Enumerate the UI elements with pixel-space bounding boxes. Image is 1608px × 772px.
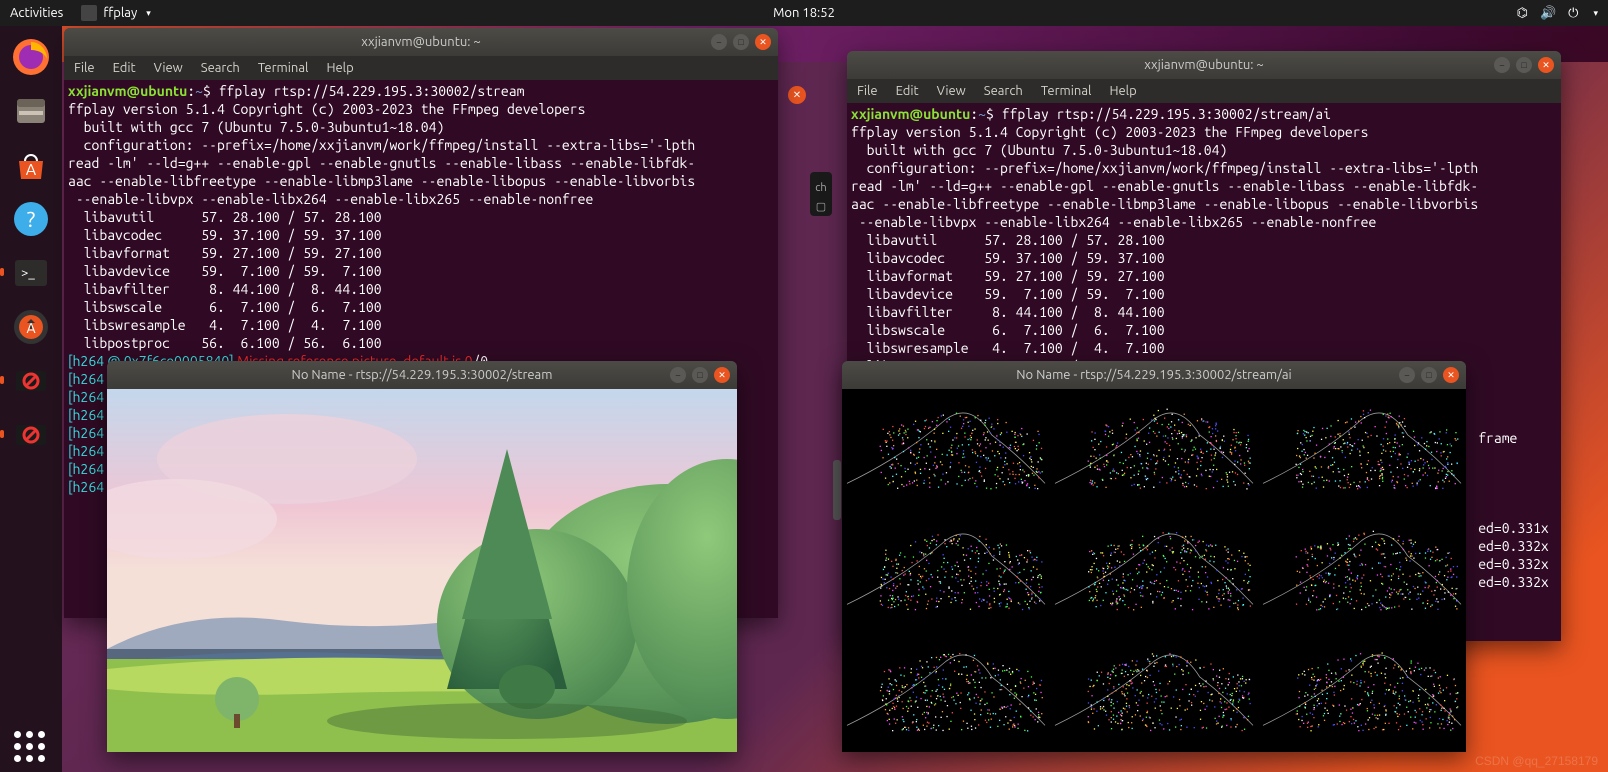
background-tab-fragment: ch ▢ xyxy=(810,172,832,216)
terminal-2-menubar: File Edit View Search Terminal Help xyxy=(847,79,1561,103)
menu-terminal[interactable]: Terminal xyxy=(1041,84,1092,98)
minimize-icon[interactable]: – xyxy=(711,34,727,50)
ffplay-1-titlebar[interactable]: No Name - rtsp://54.229.195.3:30002/stre… xyxy=(107,361,737,389)
maximize-icon[interactable]: □ xyxy=(692,367,708,383)
volume-icon[interactable]: 🔊 xyxy=(1540,6,1556,21)
background-close-icon: ✕ xyxy=(788,86,806,104)
dock-item-help[interactable]: ? xyxy=(6,194,56,244)
menu-help[interactable]: Help xyxy=(326,61,353,75)
dock-item-files[interactable] xyxy=(6,86,56,136)
dock-item-software[interactable]: A xyxy=(6,140,56,190)
network-icon[interactable]: ⌬ xyxy=(1517,6,1528,21)
ffplay-icon xyxy=(81,5,97,21)
terminal-1-titlebar[interactable]: xxjianvm@ubuntu: ~ – □ ✕ xyxy=(64,28,778,56)
close-icon[interactable]: ✕ xyxy=(1443,367,1459,383)
menu-edit[interactable]: Edit xyxy=(896,84,919,98)
ffplay-1-video[interactable] xyxy=(107,389,737,752)
menu-search[interactable]: Search xyxy=(201,61,240,75)
topbar-clock[interactable]: Mon 18:52 xyxy=(773,6,835,20)
dock-item-ffplay-1[interactable] xyxy=(6,356,56,406)
ffplay-2-title: No Name - rtsp://54.229.195.3:30002/stre… xyxy=(1016,368,1291,382)
close-icon[interactable]: ✕ xyxy=(755,34,771,50)
svg-text:A: A xyxy=(26,320,35,336)
topbar-app-menu[interactable]: ffplay▾ xyxy=(81,5,150,21)
terminal-2-titlebar[interactable]: xxjianvm@ubuntu: ~ – □ ✕ xyxy=(847,51,1561,79)
watermark: CSDN @qq_27158179 xyxy=(1475,754,1598,768)
ffplay-window-1[interactable]: No Name - rtsp://54.229.195.3:30002/stre… xyxy=(107,361,737,752)
dock-item-terminal[interactable]: >_ xyxy=(6,248,56,298)
menu-file[interactable]: File xyxy=(74,61,95,75)
ffplay-2-titlebar[interactable]: No Name - rtsp://54.229.195.3:30002/stre… xyxy=(842,361,1466,389)
dock-item-firefox[interactable] xyxy=(6,32,56,82)
menu-terminal[interactable]: Terminal xyxy=(258,61,309,75)
menu-view[interactable]: View xyxy=(154,61,183,75)
minimize-icon[interactable]: – xyxy=(1399,367,1415,383)
show-apps-button[interactable] xyxy=(14,731,45,762)
activities-button[interactable]: Activities xyxy=(10,6,63,20)
maximize-icon[interactable]: □ xyxy=(733,34,749,50)
dock-item-ffplay-2[interactable] xyxy=(6,410,56,460)
menu-edit[interactable]: Edit xyxy=(113,61,136,75)
svg-text:?: ? xyxy=(27,207,36,232)
ffplay-window-2[interactable]: No Name - rtsp://54.229.195.3:30002/stre… xyxy=(842,361,1466,752)
menu-help[interactable]: Help xyxy=(1109,84,1136,98)
top-bar: Activities ffplay▾ Mon 18:52 ⌬ 🔊 ⏻ ▾ xyxy=(0,0,1608,26)
dock-item-updater[interactable]: A xyxy=(6,302,56,352)
power-icon[interactable]: ⏻ xyxy=(1568,6,1578,21)
minimize-icon[interactable]: – xyxy=(1494,57,1510,73)
minimize-icon[interactable]: – xyxy=(670,367,686,383)
ffplay-2-video[interactable] xyxy=(842,389,1466,752)
menu-file[interactable]: File xyxy=(857,84,878,98)
close-icon[interactable]: ✕ xyxy=(1538,57,1554,73)
maximize-icon[interactable]: □ xyxy=(1516,57,1532,73)
scrollbar-fragment xyxy=(833,460,841,520)
menu-view[interactable]: View xyxy=(937,84,966,98)
terminal-1-menubar: File Edit View Search Terminal Help xyxy=(64,56,778,80)
close-icon[interactable]: ✕ xyxy=(714,367,730,383)
ffplay-1-title: No Name - rtsp://54.229.195.3:30002/stre… xyxy=(292,368,553,382)
svg-text:A: A xyxy=(26,161,37,179)
maximize-icon[interactable]: □ xyxy=(1421,367,1437,383)
menu-search[interactable]: Search xyxy=(984,84,1023,98)
dock: A ? >_ A xyxy=(0,26,62,772)
svg-text:>_: >_ xyxy=(21,266,35,280)
chevron-down-icon[interactable]: ▾ xyxy=(1593,8,1598,19)
terminal-2-title: xxjianvm@ubuntu: ~ xyxy=(1144,58,1264,72)
terminal-1-title: xxjianvm@ubuntu: ~ xyxy=(361,35,481,49)
